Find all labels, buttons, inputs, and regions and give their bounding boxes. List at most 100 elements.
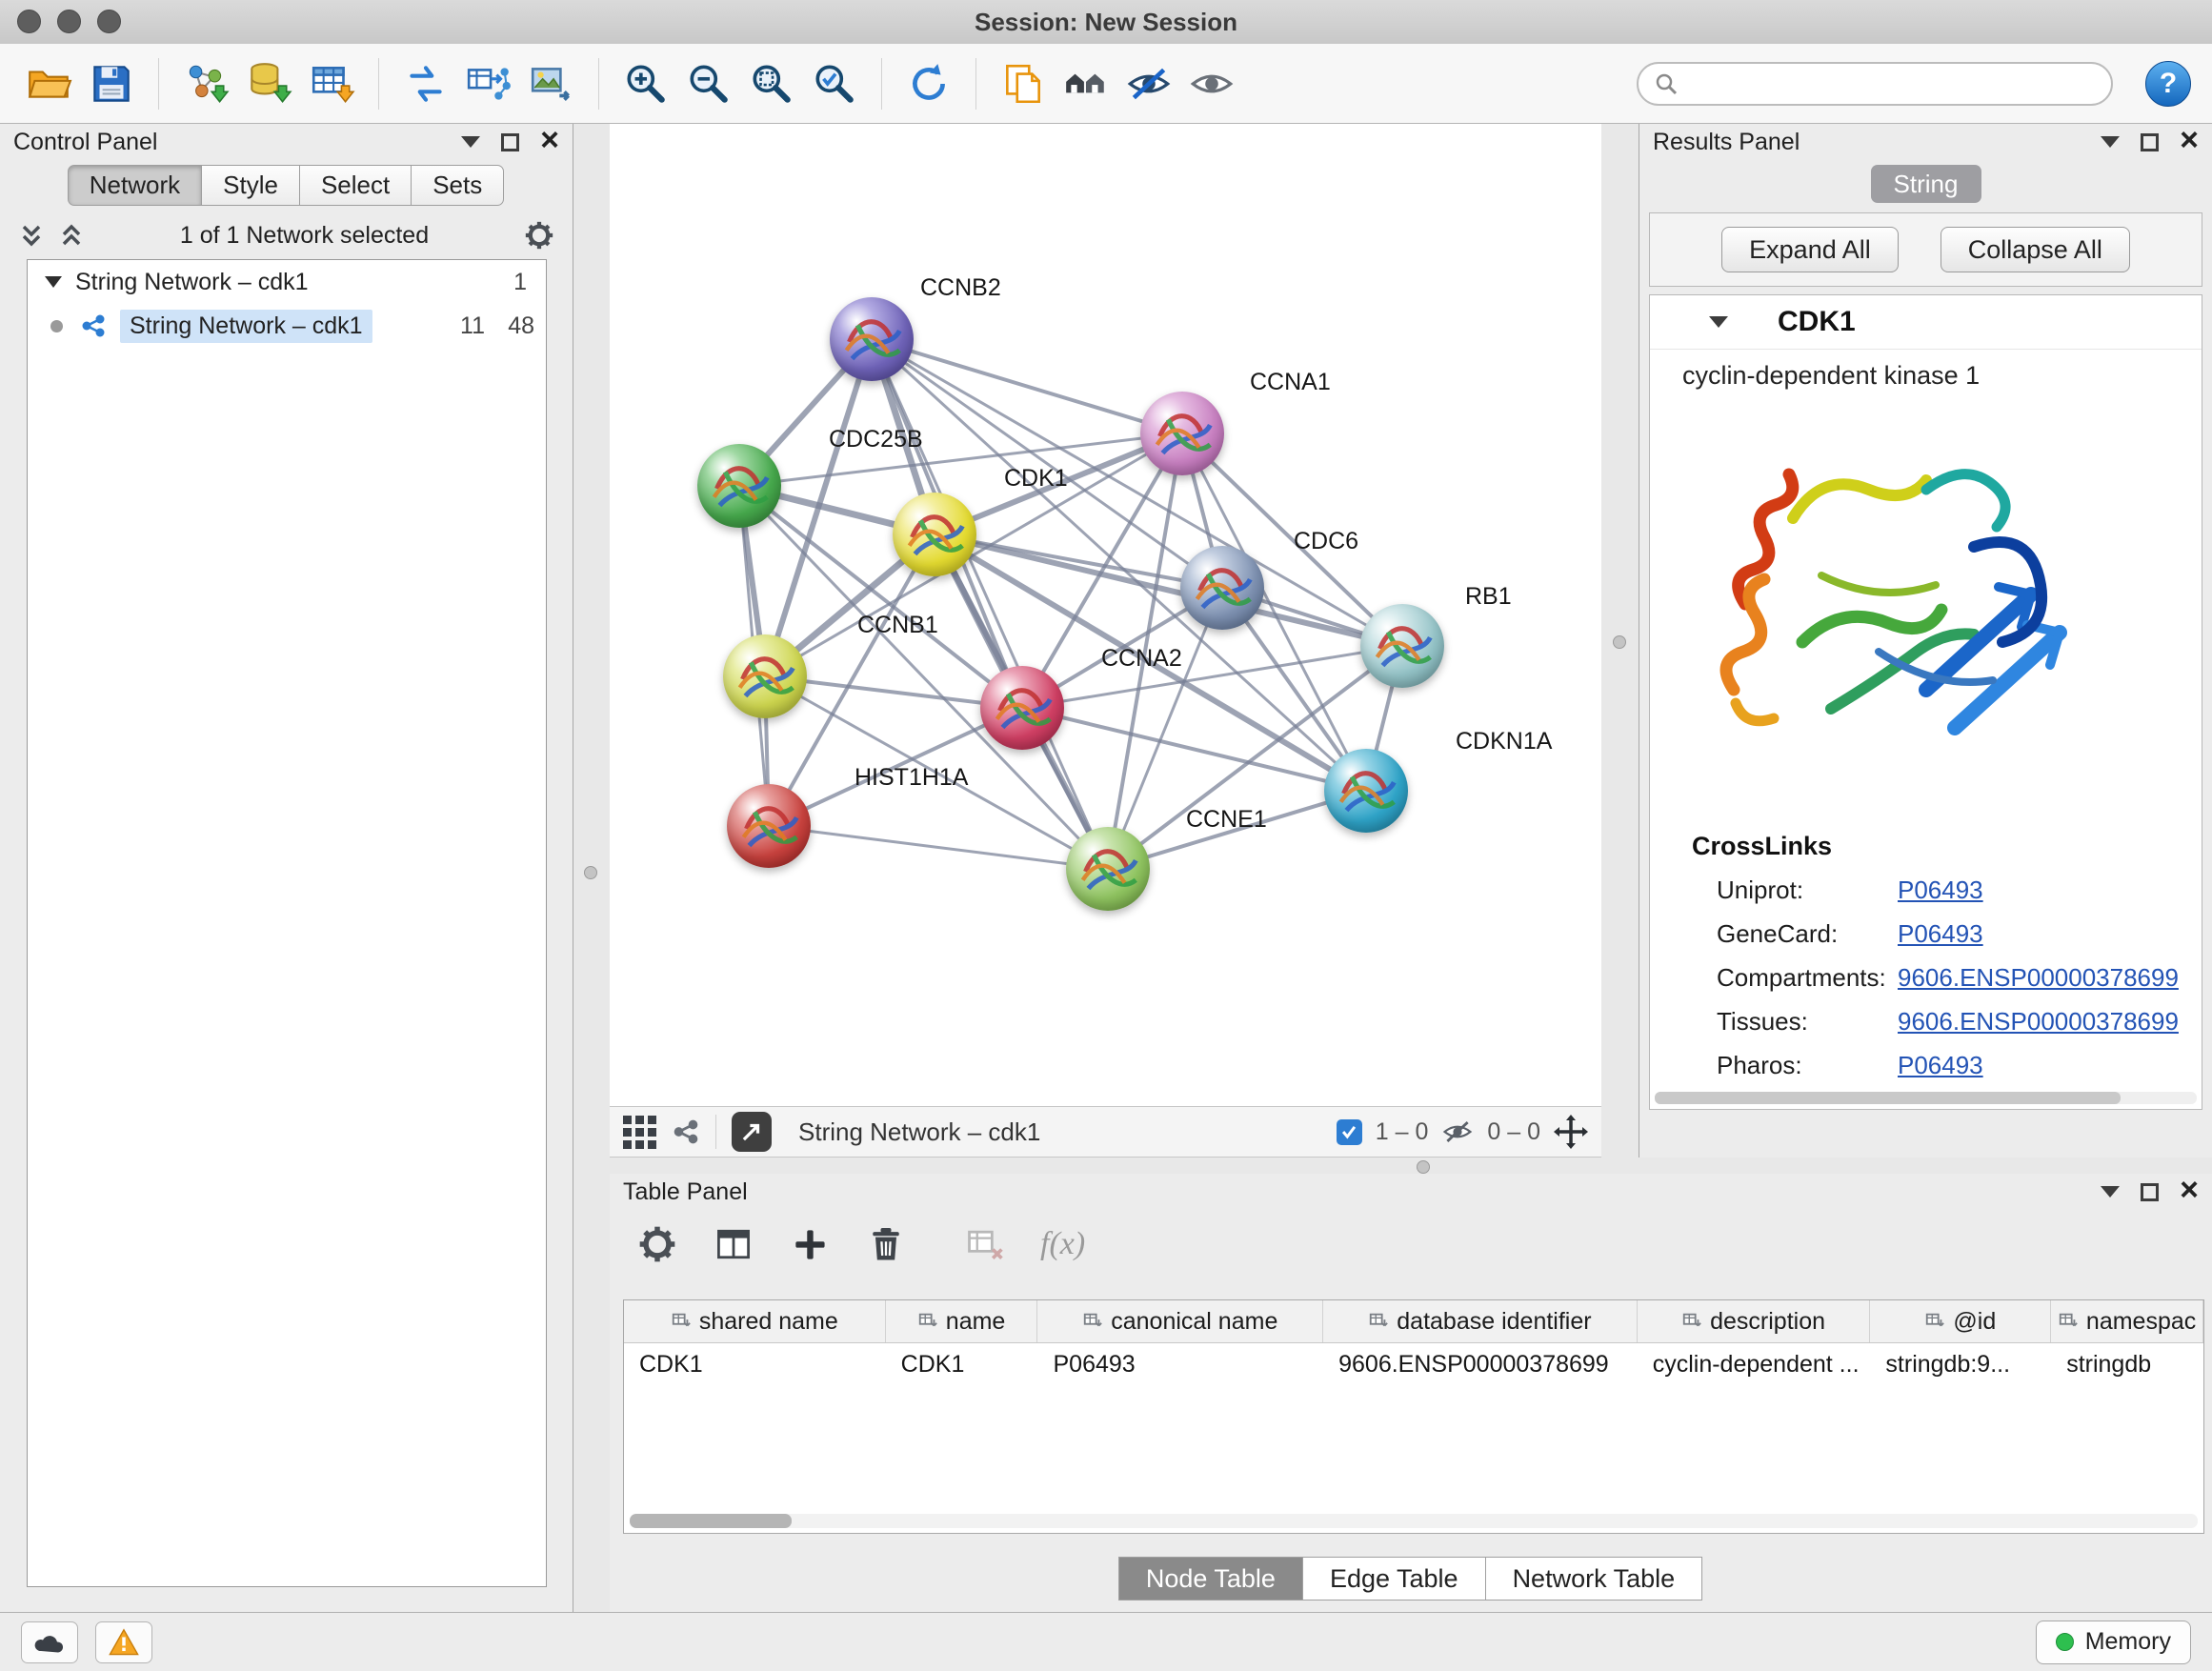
network-type-share-icon[interactable]	[672, 1117, 700, 1146]
import-network-from-database-button[interactable]	[241, 53, 296, 114]
horizontal-splitter-handle[interactable]	[1417, 1160, 1430, 1174]
crosslink-value-link[interactable]: P06493	[1898, 876, 1983, 905]
network-row-selected[interactable]: String Network – cdk1 11 48	[28, 304, 546, 348]
collapse-all-button[interactable]: Collapse All	[1941, 227, 2130, 272]
birds-eye-view-icon[interactable]	[623, 1116, 656, 1149]
column-header-description[interactable]: description	[1638, 1300, 1871, 1342]
export-image-button[interactable]	[524, 53, 579, 114]
node-attribute-table[interactable]: shared namenamecanonical namedatabase id…	[623, 1299, 2204, 1534]
crosslink-value-link[interactable]: P06493	[1898, 919, 1983, 949]
open-session-button[interactable]	[21, 53, 76, 114]
network-edge[interactable]	[769, 826, 1108, 869]
network-node-cdk1[interactable]	[893, 493, 976, 576]
entry-disclosure-icon[interactable]	[1709, 316, 1728, 328]
network-options-gear-icon[interactable]	[523, 219, 555, 252]
tab-sets[interactable]: Sets	[411, 165, 504, 206]
add-column-plus-icon[interactable]	[789, 1223, 831, 1265]
expand-all-icon[interactable]	[57, 221, 86, 250]
zoom-fit-button[interactable]	[744, 53, 799, 114]
tab-edge-table[interactable]: Edge Table	[1302, 1557, 1486, 1601]
network-node-ccna1[interactable]	[1140, 392, 1224, 475]
warnings-button[interactable]	[95, 1621, 152, 1663]
zoom-out-button[interactable]	[681, 53, 736, 114]
column-header--id[interactable]: @id	[1870, 1300, 2051, 1342]
open-in-new-window-button[interactable]	[732, 1112, 772, 1152]
table-row[interactable]: CDK1CDK1P064939606.ENSP00000378699cyclin…	[624, 1343, 2203, 1385]
right-splitter-handle[interactable]	[1613, 635, 1626, 649]
float-panel-icon[interactable]	[501, 133, 519, 151]
help-button[interactable]: ?	[2145, 61, 2191, 107]
network-node-ccne1[interactable]	[1066, 827, 1150, 911]
column-header-database-identifier[interactable]: database identifier	[1323, 1300, 1638, 1342]
table-cell: CDK1	[886, 1343, 1038, 1385]
copy-document-button[interactable]	[995, 53, 1051, 114]
column-header-canonical-name[interactable]: canonical name	[1037, 1300, 1323, 1342]
hide-selected-button[interactable]	[1121, 53, 1176, 114]
tab-style[interactable]: Style	[201, 165, 300, 206]
network-node-cdc25b[interactable]	[697, 444, 781, 528]
delete-column-trash-icon[interactable]	[865, 1223, 907, 1265]
table-cell: cyclin-dependent ...	[1638, 1343, 1871, 1385]
column-header-name[interactable]: name	[886, 1300, 1038, 1342]
float-panel-icon[interactable]	[2141, 1183, 2159, 1201]
close-window-button[interactable]	[17, 10, 41, 33]
close-panel-icon[interactable]: ×	[2180, 1174, 2199, 1206]
entry-horizontal-scrollbar[interactable]	[1655, 1092, 2197, 1104]
tab-select[interactable]: Select	[299, 165, 412, 206]
import-table-from-file-button[interactable]	[304, 53, 359, 114]
tab-node-table[interactable]: Node Table	[1118, 1557, 1303, 1601]
network-edge[interactable]	[872, 339, 1182, 433]
network-node-rb1[interactable]	[1360, 604, 1444, 688]
network-canvas[interactable]: CCNB2CCNA1CDC25BCDK1CDC6RB1CCNB1CCNA2CDK…	[610, 124, 1601, 1106]
entry-header[interactable]: CDK1	[1650, 295, 2202, 350]
collapse-panel-icon[interactable]	[2101, 1186, 2120, 1198]
minimize-window-button[interactable]	[57, 10, 81, 33]
crosslink-value-link[interactable]: 9606.ENSP00000378699	[1898, 1007, 2179, 1037]
cloud-status-button[interactable]	[21, 1621, 78, 1663]
collapse-all-icon[interactable]	[17, 221, 46, 250]
save-session-button[interactable]	[84, 53, 139, 114]
table-horizontal-scrollbar[interactable]	[630, 1514, 2198, 1528]
column-header-namespac[interactable]: namespac	[2051, 1300, 2203, 1342]
network-node-ccnb1[interactable]	[723, 634, 807, 718]
tab-network-table[interactable]: Network Table	[1485, 1557, 1703, 1601]
zoom-in-button[interactable]	[618, 53, 674, 114]
zoom-selected-button[interactable]	[807, 53, 862, 114]
selected-nodes-checkbox[interactable]	[1337, 1119, 1362, 1145]
network-node-cdc6[interactable]	[1180, 546, 1264, 630]
search-input[interactable]	[1688, 70, 2096, 98]
toolbar-search[interactable]	[1637, 62, 2113, 106]
network-node-ccna2[interactable]	[980, 666, 1064, 750]
hidden-eye-slash-icon[interactable]	[1441, 1116, 1474, 1148]
home-button[interactable]	[1058, 53, 1114, 114]
zoom-selected-icon	[811, 60, 858, 108]
network-node-hist1h1a[interactable]	[727, 784, 811, 868]
pan-crosshair-icon[interactable]	[1554, 1115, 1588, 1149]
tab-string[interactable]: String	[1871, 165, 1981, 203]
show-columns-icon[interactable]	[713, 1223, 754, 1265]
expand-all-button[interactable]: Expand All	[1721, 227, 1899, 272]
show-all-button[interactable]	[1184, 53, 1239, 114]
string-entry-cdk1: CDK1 cyclin-dependent kinase 1	[1649, 294, 2202, 1110]
network-collection-row[interactable]: String Network – cdk1 1	[28, 260, 546, 304]
refresh-button[interactable]	[901, 53, 956, 114]
import-network-from-file-button[interactable]	[178, 53, 233, 114]
collection-disclosure-icon[interactable]	[45, 276, 62, 288]
crosslink-value-link[interactable]: P06493	[1898, 1051, 1983, 1080]
left-splitter-handle[interactable]	[584, 866, 597, 879]
close-panel-icon[interactable]: ×	[540, 124, 559, 156]
close-panel-icon[interactable]: ×	[2180, 124, 2199, 156]
create-network-from-table-button[interactable]	[461, 53, 516, 114]
collapse-panel-icon[interactable]	[461, 136, 480, 148]
network-node-cdkn1a[interactable]	[1324, 749, 1408, 833]
column-header-shared-name[interactable]: shared name	[624, 1300, 886, 1342]
float-panel-icon[interactable]	[2141, 133, 2159, 151]
memory-button[interactable]: Memory	[2036, 1621, 2191, 1664]
collapse-panel-icon[interactable]	[2101, 136, 2120, 148]
maximize-window-button[interactable]	[97, 10, 121, 33]
table-options-gear-icon[interactable]	[636, 1223, 678, 1265]
tab-network[interactable]: Network	[68, 165, 202, 206]
crosslink-value-link[interactable]: 9606.ENSP00000378699	[1898, 963, 2179, 993]
network-node-ccnb2[interactable]	[830, 297, 914, 381]
network-arrows-button[interactable]	[398, 53, 453, 114]
